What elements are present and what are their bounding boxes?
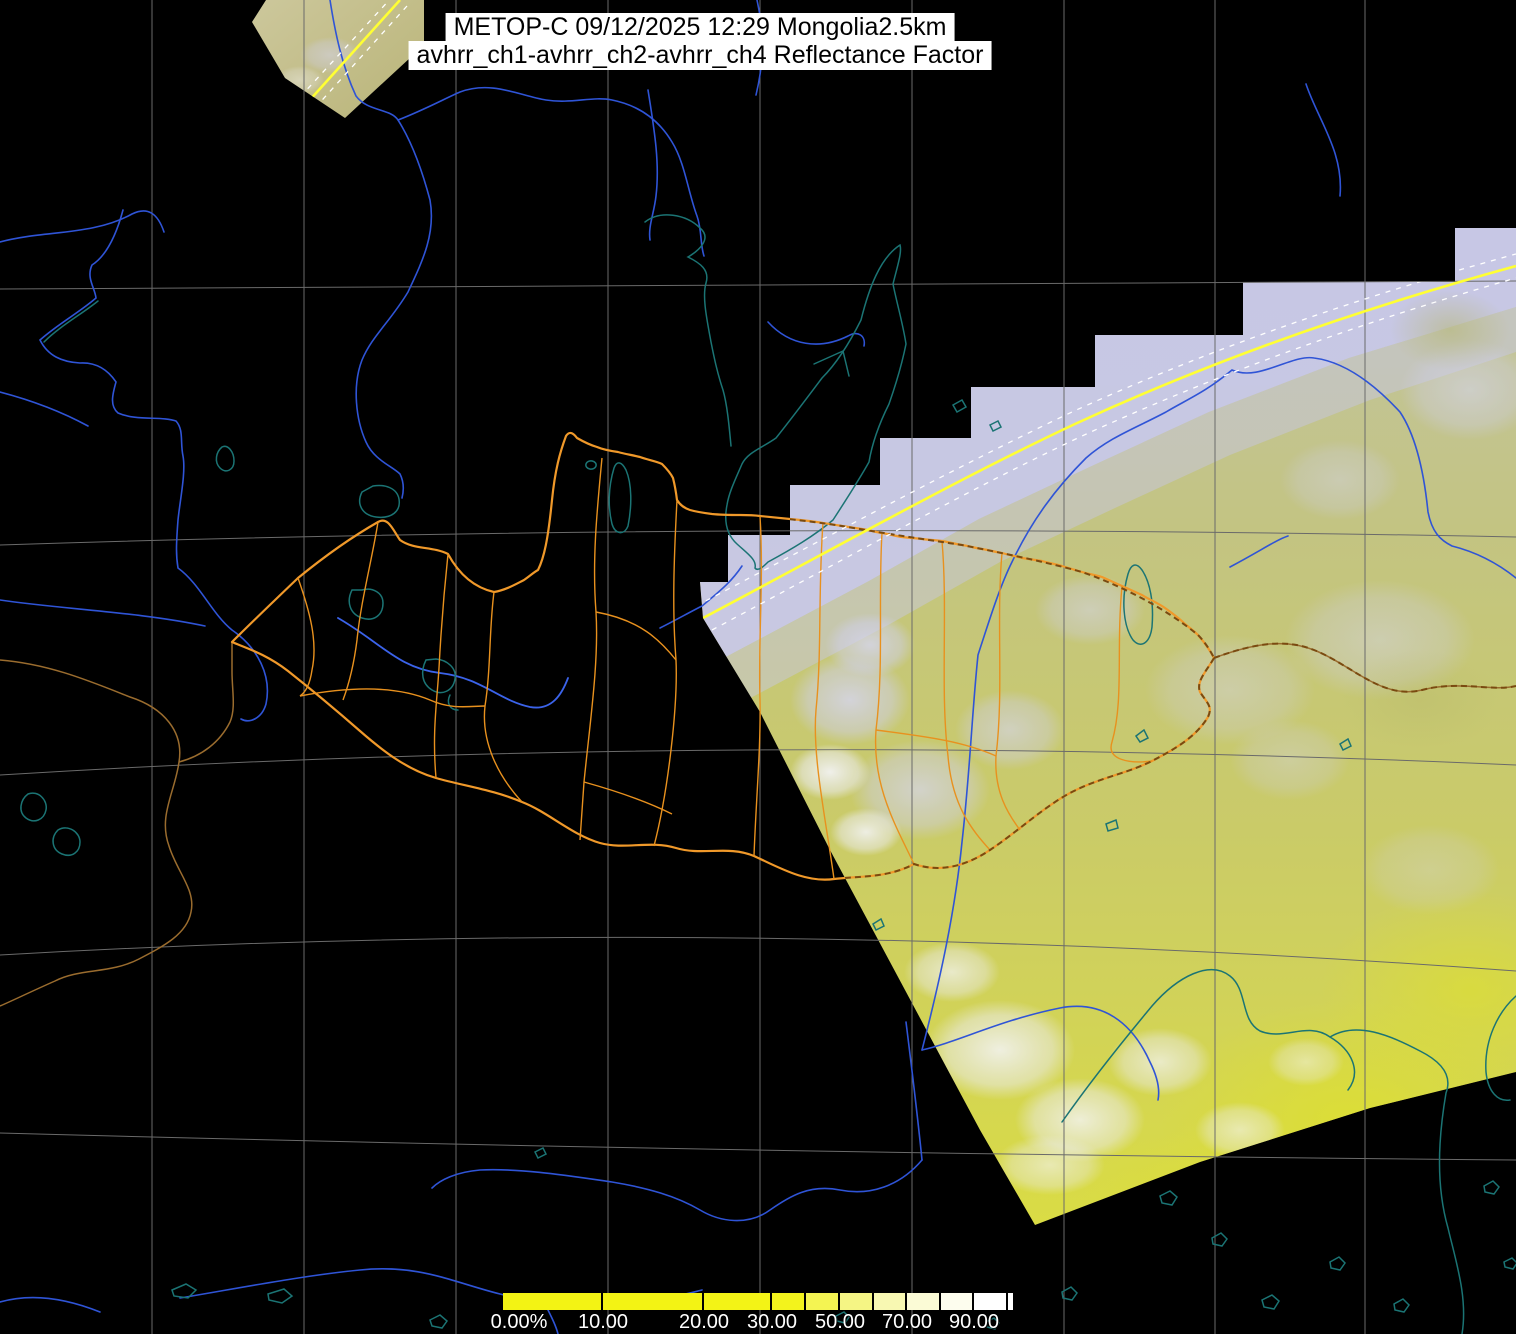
colorbar-segment: [603, 1293, 702, 1310]
colorbar-label: 20.00: [678, 1311, 730, 1333]
map-canvas: [0, 0, 1516, 1334]
colorbar-label: 90.00: [948, 1311, 1000, 1333]
colorbar-segment: [503, 1293, 601, 1310]
image-title-line1: METOP-C 09/12/2025 12:29 Mongolia2.5km: [445, 13, 955, 42]
colorbar-label: 10.00: [577, 1311, 629, 1333]
colorbar-segment: [874, 1293, 905, 1310]
colorbar-segment: [704, 1293, 770, 1310]
colorbar-segment: [772, 1293, 804, 1310]
colorbar-label: 0.00%: [490, 1311, 548, 1333]
colorbar-segment: [974, 1293, 1006, 1310]
satellite-image-viewer: METOP-C 09/12/2025 12:29 Mongolia2.5km a…: [0, 0, 1516, 1334]
colorbar: [503, 1293, 1013, 1310]
colorbar-segment: [1008, 1293, 1013, 1310]
colorbar-segment: [806, 1293, 838, 1310]
image-title-line2: avhrr_ch1-avhrr_ch2-avhrr_ch4 Reflectanc…: [408, 41, 992, 70]
colorbar-label: 70.00: [881, 1311, 933, 1333]
colorbar-segment: [907, 1293, 939, 1310]
colorbar-segment: [840, 1293, 872, 1310]
colorbar-label: 50.00: [814, 1311, 866, 1333]
colorbar-segment: [941, 1293, 972, 1310]
colorbar-label: 30.00: [746, 1311, 798, 1333]
